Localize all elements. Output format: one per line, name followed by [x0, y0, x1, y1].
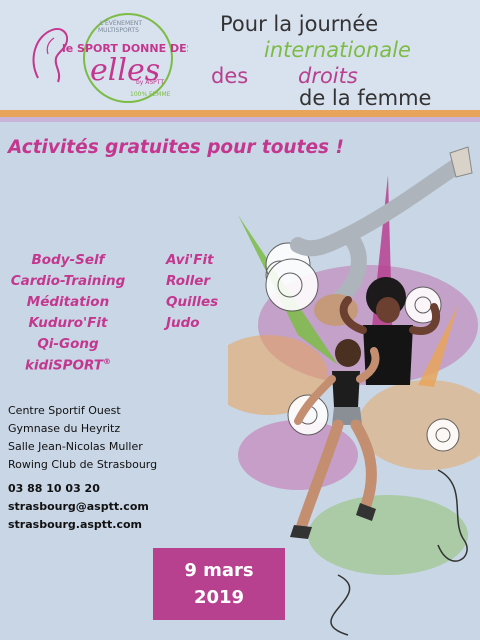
date-year: 2019	[193, 587, 245, 608]
contact-phone: 03 88 10 03 20	[8, 482, 100, 495]
green-splash	[308, 495, 468, 575]
activities-right-list: Avi'Fit Roller Quilles Judo	[166, 252, 236, 336]
logo-sub-text: 100% FEMME	[130, 91, 171, 98]
logo-line2: MULTISPORTS	[98, 27, 139, 34]
activity-item: Cardio-Training	[10, 273, 126, 289]
header-line3b: droits	[298, 64, 358, 88]
contact-email[interactable]: strasbourg@asptt.com	[8, 500, 149, 518]
activity-item: Qi-Gong	[37, 336, 99, 352]
event-logo: L'ÉVÉNEMENT MULTISPORTS le SPORT DONNE D…	[18, 8, 195, 108]
venue-item: Salle Jean-Nicolas Muller	[8, 440, 143, 453]
activity-item: Méditation	[26, 294, 110, 310]
venue-item: Centre Sportif Ouest	[8, 404, 121, 417]
contacts-list: 03 88 10 03 20 strasbourg@asptt.com stra…	[8, 482, 149, 536]
poster: L'ÉVÉNEMENT MULTISPORTS le SPORT DONNE D…	[0, 0, 480, 640]
activity-item: Avi'Fit	[166, 252, 214, 268]
header-line4: de la femme	[299, 86, 432, 110]
venue-item: Gymnase du Heyritz	[8, 422, 121, 435]
activity-item: Roller	[166, 273, 211, 289]
activity-item: Kuduro'Fit	[28, 315, 108, 331]
logo-by-text: by ASPTT	[136, 79, 164, 86]
rope	[330, 574, 351, 636]
header-line2: internationale	[264, 38, 411, 62]
header-line1: Pour la journée	[220, 12, 379, 36]
activity-item-label: kidiSPORT	[25, 357, 103, 374]
activity-item: kidiSPORT®	[6, 357, 130, 378]
logo-graphic: L'ÉVÉNEMENT MULTISPORTS le SPORT DONNE D…	[32, 13, 195, 103]
activity-item: Quilles	[166, 294, 219, 310]
activity-item: Body-Self	[31, 252, 105, 268]
activities-left-list: Body-Self Cardio-Training Méditation Kud…	[6, 252, 130, 378]
date-box: 9 mars 2019	[153, 548, 285, 620]
logo-line1: L'ÉVÉNEMENT	[100, 19, 142, 27]
venues-list: Centre Sportif Ouest Gymnase du Heyritz …	[8, 404, 157, 476]
header-line3a: des	[211, 64, 249, 88]
contact-website[interactable]: strasbourg.asptt.com	[8, 518, 149, 536]
orange-splash-right	[358, 380, 480, 470]
header-stripe-lilac	[0, 117, 480, 122]
venue-item: Rowing Club de Strasbourg	[8, 458, 158, 471]
registered-mark: ®	[103, 357, 111, 366]
header-stripe-orange	[0, 110, 480, 117]
date-day: 9 mars	[184, 560, 254, 581]
activity-item: Judo	[166, 315, 200, 331]
